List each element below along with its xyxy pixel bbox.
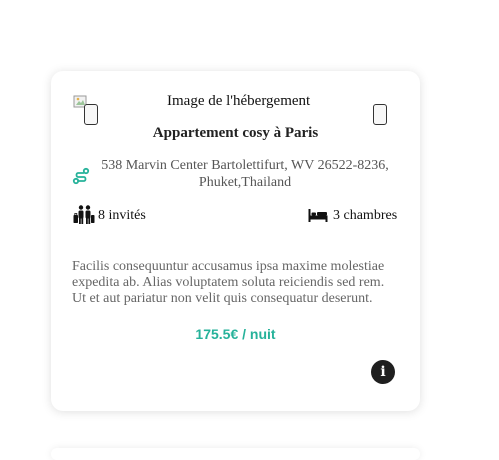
listing-address: 538 Marvin Center Bartolettifurt, WV 265… <box>101 158 389 190</box>
guests-count: 8 invités <box>98 208 146 223</box>
previous-image-button[interactable] <box>84 104 98 125</box>
listing-title: Appartement cosy à Paris <box>152 125 319 141</box>
listing-price: 175.5€ / nuit <box>195 326 276 342</box>
listing-image: Image de l'hébergement <box>167 93 311 109</box>
listing-card: Image de l'hébergement Appartement cosy … <box>51 71 420 411</box>
rooms-count: 3 chambres <box>333 208 398 223</box>
listing-description: Facilis consequuntur accusamus ipsa maxi… <box>72 259 385 306</box>
next-image-button[interactable] <box>373 104 387 125</box>
info-icon: i <box>380 364 386 380</box>
info-button[interactable]: i <box>371 360 395 384</box>
bed-icon <box>308 207 328 223</box>
people-luggage-icon <box>73 205 95 225</box>
route-icon <box>72 167 90 185</box>
next-listing-card <box>51 448 420 460</box>
